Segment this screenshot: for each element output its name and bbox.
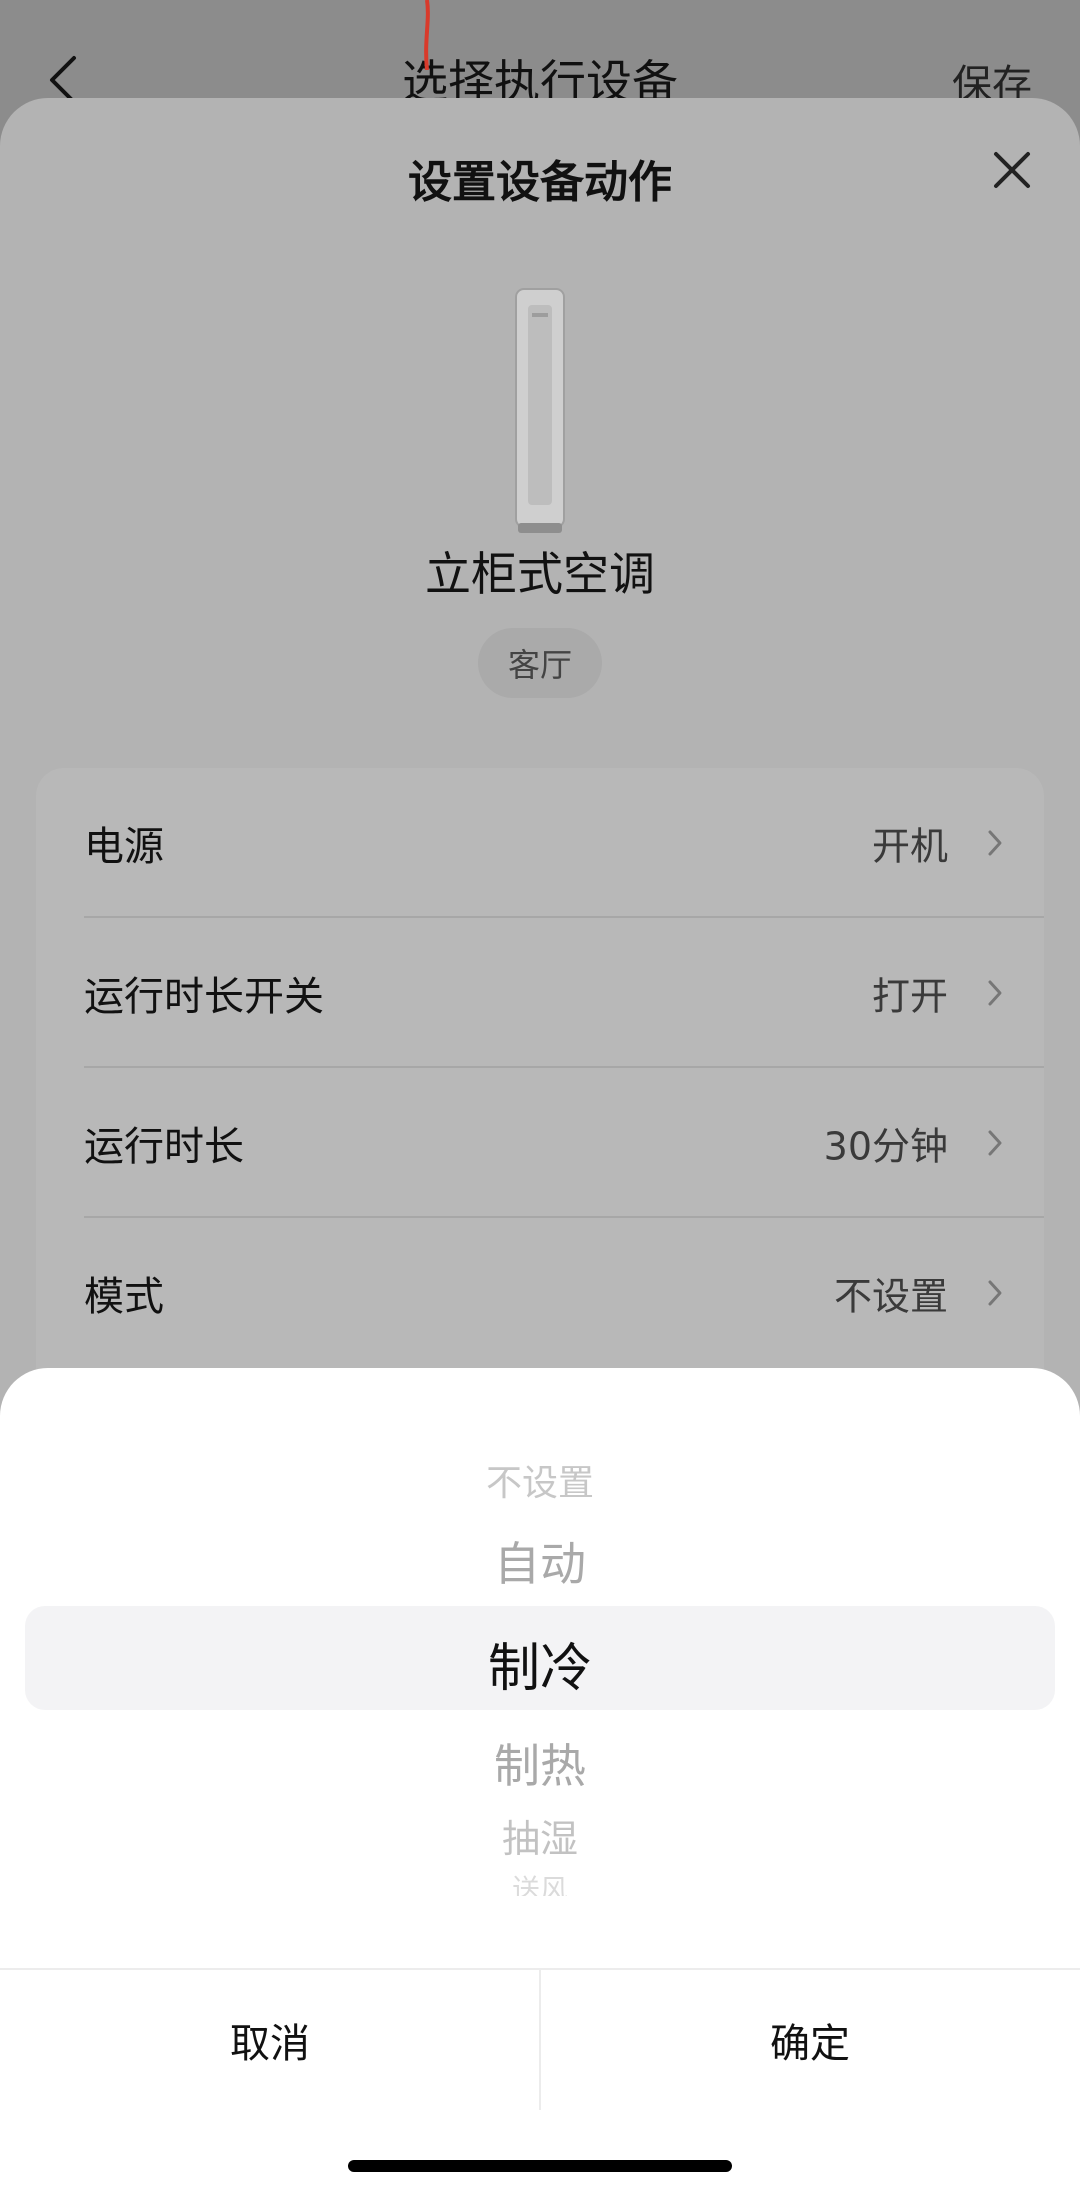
chevron-right-icon — [988, 1280, 1002, 1306]
setting-value: 开机 — [871, 824, 948, 869]
picker-actions: 取消 确定 — [0, 1968, 1080, 2110]
picker-option-selected[interactable]: 制冷 — [0, 1626, 1080, 1701]
picker-option[interactable]: 制热 — [0, 1730, 1080, 1796]
chevron-right-icon — [988, 830, 1002, 856]
picker-option[interactable]: 不设置 — [0, 1454, 1080, 1506]
setting-label: 电源 — [84, 824, 164, 870]
device-name: 立柜式空调 — [425, 547, 655, 601]
home-indicator — [348, 2160, 732, 2172]
cancel-button[interactable]: 取消 — [0, 1970, 540, 2110]
setting-value: 不设置 — [833, 1274, 948, 1319]
setting-label: 运行时长开关 — [84, 974, 324, 1020]
sheet-title: 设置设备动作 — [408, 157, 672, 208]
setting-row-runtime[interactable]: 运行时长 30分钟 — [36, 1068, 1044, 1218]
mode-picker-panel: 不设置 自动 制冷 制热 抽湿 送风 取消 确定 — [0, 1368, 1080, 2193]
chevron-right-icon — [988, 980, 1002, 1006]
picker-option[interactable]: 送风 — [0, 1868, 1080, 1896]
room-chip: 客厅 — [478, 628, 602, 698]
chevron-right-icon — [988, 1130, 1002, 1156]
setting-row-power[interactable]: 电源 开机 — [36, 768, 1044, 918]
setting-value: 30分钟 — [823, 1124, 948, 1169]
setting-row-mode[interactable]: 模式 不设置 — [36, 1218, 1044, 1368]
close-icon[interactable] — [990, 148, 1034, 192]
confirm-button[interactable]: 确定 — [540, 1970, 1080, 2110]
red-annotation-mark — [424, 0, 430, 70]
picker-option[interactable]: 自动 — [0, 1528, 1080, 1594]
picker-option[interactable]: 抽湿 — [0, 1808, 1080, 1863]
setting-value: 打开 — [871, 974, 948, 1019]
setting-row-runtime-switch[interactable]: 运行时长开关 打开 — [36, 918, 1044, 1068]
tower-ac-icon — [515, 288, 565, 533]
setting-label: 运行时长 — [84, 1124, 244, 1170]
setting-label: 模式 — [84, 1274, 164, 1320]
